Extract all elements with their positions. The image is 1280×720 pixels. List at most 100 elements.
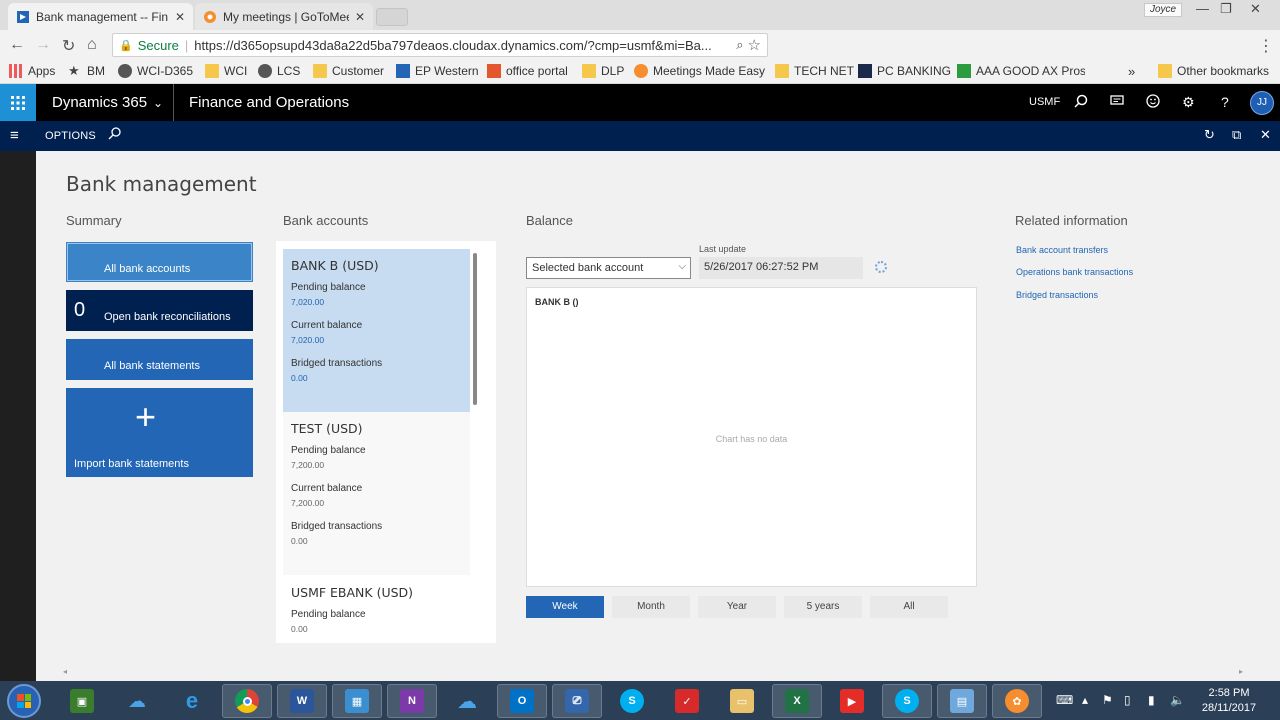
tab-bank-management[interactable]: Bank management -- Fin ✕ (8, 3, 193, 30)
taskbar-app[interactable]: ✓ (662, 684, 712, 718)
close-tab-icon[interactable]: ✕ (175, 10, 185, 24)
bookmark-aaa-good-ax-pros[interactable]: AAA GOOD AX Pros (957, 64, 1085, 78)
bookmark-wci-d365[interactable]: WCI-D365 (118, 64, 193, 78)
close-tab-icon[interactable]: ✕ (355, 10, 365, 24)
taskbar-app-active[interactable]: N (387, 684, 437, 718)
zoom-icon[interactable]: ⌕ (736, 37, 743, 53)
close-page-icon[interactable]: ✕ (1260, 127, 1271, 143)
home-icon[interactable]: ⌂ (87, 36, 97, 54)
minimize-icon[interactable]: — (1196, 1, 1209, 16)
refresh-icon[interactable]: ↻ (1204, 127, 1215, 143)
bookmark-wci[interactable]: WCI (205, 64, 247, 78)
taskbar-app[interactable]: ▶ (827, 684, 877, 718)
tile-import-bank-statements[interactable]: + Import bank statements (66, 388, 253, 477)
link-bank-account-transfers[interactable]: Bank account transfers (1016, 245, 1108, 255)
profile-button[interactable]: Joyce (1144, 3, 1182, 17)
tile-all-bank-accounts[interactable]: All bank accounts (66, 242, 253, 282)
bookmark-office-portal[interactable]: office portal (487, 64, 568, 78)
taskbar-app[interactable]: ☁ (112, 684, 162, 718)
range-month-button[interactable]: Month (612, 596, 690, 618)
taskbar-app-active[interactable]: ▤ (937, 684, 987, 718)
current-balance-value[interactable]: 7,020.00 (291, 335, 462, 345)
bank-account-card[interactable]: USMF EBANK (USD) Pending balance 0.00 (283, 576, 470, 643)
folder-icon (205, 64, 219, 78)
system-clock[interactable]: 2:58 PM 28/11/2017 (1194, 686, 1264, 716)
network-icon[interactable]: ▮ (1148, 693, 1155, 707)
bank-accounts-section-title: Bank accounts (283, 213, 369, 228)
close-window-icon[interactable]: ✕ (1250, 1, 1261, 17)
bookmark-star-icon[interactable]: ☆ (748, 36, 761, 54)
bookmark-tech-net[interactable]: TECH NET (775, 64, 854, 78)
selector-value: Selected bank account (532, 262, 644, 274)
range-week-button[interactable]: Week (526, 596, 604, 618)
link-operations-bank-transactions[interactable]: Operations bank transactions (1016, 267, 1133, 277)
power-icon[interactable]: ▯ (1124, 693, 1131, 707)
d365-navigation-bar: Dynamics 365 ⌄ Finance and Operations USM… (0, 84, 1280, 121)
company-picker[interactable]: USMF (1029, 96, 1060, 108)
taskbar-app[interactable]: e (167, 684, 217, 718)
user-avatar[interactable]: JJ (1250, 91, 1274, 115)
bookmark-meetings-made-easy[interactable]: Meetings Made Easy (634, 64, 765, 78)
taskbar-app-active[interactable] (222, 684, 272, 718)
show-hidden-icons-icon[interactable]: ▴ (1082, 693, 1088, 707)
taskbar-app-active[interactable]: X (772, 684, 822, 718)
action-search-icon[interactable] (108, 127, 121, 143)
navigation-menu-icon[interactable]: ≡ (10, 127, 19, 144)
site-icon (858, 64, 872, 78)
bookmark-dlp[interactable]: DLP (582, 64, 624, 78)
accounts-scrollbar[interactable] (473, 253, 477, 405)
taskbar-app[interactable]: S (607, 684, 657, 718)
tile-open-bank-reconciliations[interactable]: 0 Open bank reconciliations (66, 290, 253, 331)
taskbar-app-active[interactable]: ▦ (332, 684, 382, 718)
more-bookmarks-button[interactable]: » (1128, 64, 1135, 79)
options-tab[interactable]: OPTIONS (45, 130, 96, 142)
action-center-flag-icon[interactable]: ⚑ (1102, 693, 1113, 707)
back-icon[interactable]: ← (9, 36, 25, 54)
range-5-years-button[interactable]: 5 years (784, 596, 862, 618)
bridged-transactions-value[interactable]: 0.00 (291, 373, 462, 383)
taskbar-app-active[interactable]: W (277, 684, 327, 718)
range-all-button[interactable]: All (870, 596, 948, 618)
other-bookmarks[interactable]: Other bookmarks (1158, 64, 1269, 78)
taskbar-app-active[interactable]: O (497, 684, 547, 718)
forward-icon[interactable]: → (35, 36, 51, 54)
bank-account-card[interactable]: TEST (USD) Pending balance 7,200.00 Curr… (283, 412, 470, 575)
feedback-smiley-icon[interactable] (1146, 94, 1160, 111)
bookmark-bm[interactable]: ★ BM (68, 64, 105, 79)
message-center-icon[interactable] (1110, 94, 1124, 111)
bookmark-customer[interactable]: Customer (313, 64, 384, 78)
taskbar-app[interactable]: ▣ (57, 684, 107, 718)
taskbar-app[interactable]: ▭ (717, 684, 767, 718)
restore-icon[interactable]: ❐ (1220, 1, 1232, 17)
bookmark-ep-western[interactable]: EP Western (396, 64, 479, 78)
link-bridged-transactions[interactable]: Bridged transactions (1016, 290, 1098, 300)
range-year-button[interactable]: Year (698, 596, 776, 618)
tile-all-bank-statements[interactable]: All bank statements (66, 339, 253, 380)
bookmark-pc-banking[interactable]: PC BANKING (858, 64, 951, 78)
product-switcher[interactable]: Dynamics 365 ⌄ (52, 94, 163, 111)
bank-account-card[interactable]: BANK B (USD) Pending balance 7,020.00 Cu… (283, 249, 470, 412)
reload-icon[interactable]: ↻ (62, 36, 75, 56)
taskbar-app-active[interactable]: ⎚ (552, 684, 602, 718)
bookmark-apps[interactable]: Apps (9, 64, 55, 78)
bank-account-selector[interactable]: Selected bank account ⌵ (526, 257, 691, 279)
help-icon[interactable]: ? (1221, 94, 1229, 110)
search-icon[interactable] (1074, 94, 1088, 111)
menu-kebab-icon[interactable]: ⋮ (1258, 36, 1274, 56)
volume-icon[interactable]: 🔈 (1170, 693, 1185, 707)
pending-balance-value[interactable]: 7,020.00 (291, 297, 462, 307)
bookmark-lcs[interactable]: LCS (258, 64, 300, 78)
new-tab-button[interactable] (376, 8, 408, 26)
url-bar[interactable]: 🔒 Secure | https://d365opsupd43da8a22d5b… (112, 33, 768, 57)
tab-my-meetings[interactable]: My meetings | GoToMee ✕ (195, 3, 373, 30)
scroll-right-icon[interactable]: ▸ (1239, 667, 1243, 676)
taskbar-app-active[interactable]: S (882, 684, 932, 718)
keyboard-icon[interactable]: ⌨ (1056, 693, 1073, 707)
taskbar-app[interactable]: ☁ (442, 684, 492, 718)
open-in-new-window-icon[interactable]: ⧉ (1232, 127, 1241, 143)
scroll-left-icon[interactable]: ◂ (63, 667, 67, 676)
start-button[interactable] (7, 684, 41, 718)
app-launcher-icon[interactable] (0, 84, 36, 121)
taskbar-app-active[interactable]: ✿ (992, 684, 1042, 718)
settings-gear-icon[interactable]: ⚙ (1182, 94, 1195, 111)
